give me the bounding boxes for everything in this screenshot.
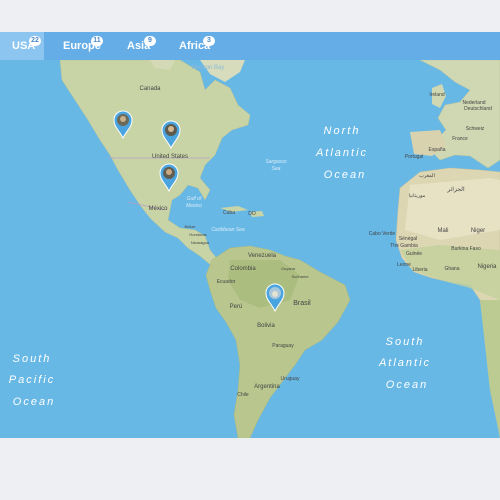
label-do: DO xyxy=(248,211,256,217)
label-liberia: Liberia xyxy=(412,267,427,273)
south-atlantic-label-line1: South xyxy=(386,336,425,348)
sargasso-label-line1: Sargasso xyxy=(265,159,286,165)
label-honduras: Honduras xyxy=(189,232,206,237)
label-guyana: Guyana xyxy=(281,266,296,271)
south-pacific-label-line3: Ocean xyxy=(13,396,55,408)
label-bolivia: Bolivia xyxy=(257,323,275,329)
label-nederland: Nederland xyxy=(462,100,485,106)
gulf-label-line1: Gulf of xyxy=(187,196,202,202)
label-leone: Leone xyxy=(397,262,411,268)
label-france: France xyxy=(452,136,468,142)
top-margin xyxy=(0,0,500,32)
map-canvas: Hudson Bay North Atlantic Ocean South At… xyxy=(9,60,500,438)
label-nigeria: Nigeria xyxy=(477,264,497,270)
label-portugal: Portugal xyxy=(405,154,424,160)
greenland-shape xyxy=(200,60,245,82)
label-espana: España xyxy=(429,147,446,153)
north-atlantic-label-line2: Atlantic xyxy=(315,147,368,159)
region-tab-bar: USA 22 Europe 11 Asia 9 Africa 3 xyxy=(0,32,500,61)
hudson-bay-label: Hudson Bay xyxy=(192,65,225,71)
label-venezuela: Venezuela xyxy=(248,253,277,259)
label-ecuador: Ecuador xyxy=(217,279,236,285)
label-nicaragua: Nicaragua xyxy=(191,240,210,245)
tab-africa-count-badge: 3 xyxy=(203,36,215,46)
label-peru: Perú xyxy=(230,304,243,310)
label-schweiz: Schweiz xyxy=(466,126,485,132)
sargasso-label-line2: Sea xyxy=(272,166,281,172)
label-deutschland: Deutschland xyxy=(464,106,492,112)
tab-europe[interactable]: Europe 11 xyxy=(55,32,110,60)
label-paraguay: Paraguay xyxy=(272,343,294,349)
tab-asia-count-badge: 9 xyxy=(144,36,156,46)
north-america-landmass xyxy=(59,60,251,279)
label-ghana: Ghana xyxy=(444,266,459,272)
tab-africa[interactable]: Africa 3 xyxy=(170,32,220,60)
label-argentina: Argentina xyxy=(254,384,280,390)
label-united-states: United States xyxy=(152,154,188,160)
label-colombia: Colombia xyxy=(230,266,256,272)
north-atlantic-label-line3: Ocean xyxy=(324,169,366,181)
label-ireland: Ireland xyxy=(429,92,445,98)
label-senegal: Sénégal xyxy=(399,236,417,242)
label-mali: Mali xyxy=(437,228,448,234)
label-burkina-faso: Burkina Faso xyxy=(451,246,481,252)
tab-asia[interactable]: Asia 9 xyxy=(118,32,158,60)
south-pacific-label-line2: Pacific xyxy=(9,374,55,386)
world-map[interactable]: Hudson Bay North Atlantic Ocean South At… xyxy=(0,60,500,438)
label-canada: Canada xyxy=(139,86,161,92)
caribbean-sea-label: Caribbean Sea xyxy=(211,227,245,233)
tab-europe-count-badge: 11 xyxy=(91,36,103,46)
bottom-margin xyxy=(0,438,500,500)
label-algeria: الجزائر xyxy=(446,186,465,193)
label-suriname: Suriname xyxy=(291,274,309,279)
label-belize: Belize xyxy=(185,224,197,229)
central-africa-region-shape xyxy=(480,300,500,438)
south-atlantic-label-line2: Atlantic xyxy=(378,357,431,369)
north-atlantic-label-line1: North xyxy=(324,125,361,137)
label-guinea: Guinée xyxy=(406,251,422,257)
south-pacific-label-line1: South xyxy=(13,353,52,365)
label-cuba: Cuba xyxy=(223,210,235,216)
label-brasil: Brasil xyxy=(293,300,311,307)
label-niger: Niger xyxy=(471,228,485,234)
label-uruguay: Uruguay xyxy=(281,376,300,382)
tab-usa[interactable]: USA 22 xyxy=(0,32,44,60)
label-mauritania: موريتانيا xyxy=(409,193,426,199)
tab-usa-count-badge: 22 xyxy=(29,36,41,46)
app-frame: USA 22 Europe 11 Asia 9 Africa 3 Hudson … xyxy=(0,0,500,500)
label-cabo-verde: Cabo Verde xyxy=(369,231,396,237)
gulf-label-line2: Mexico xyxy=(186,203,202,209)
south-atlantic-label-line3: Ocean xyxy=(386,379,428,391)
label-mexico: México xyxy=(148,206,168,212)
label-gambia: The Gambia xyxy=(390,243,418,249)
label-morocco: المغرب xyxy=(419,173,435,179)
label-chile: Chile xyxy=(237,392,249,398)
